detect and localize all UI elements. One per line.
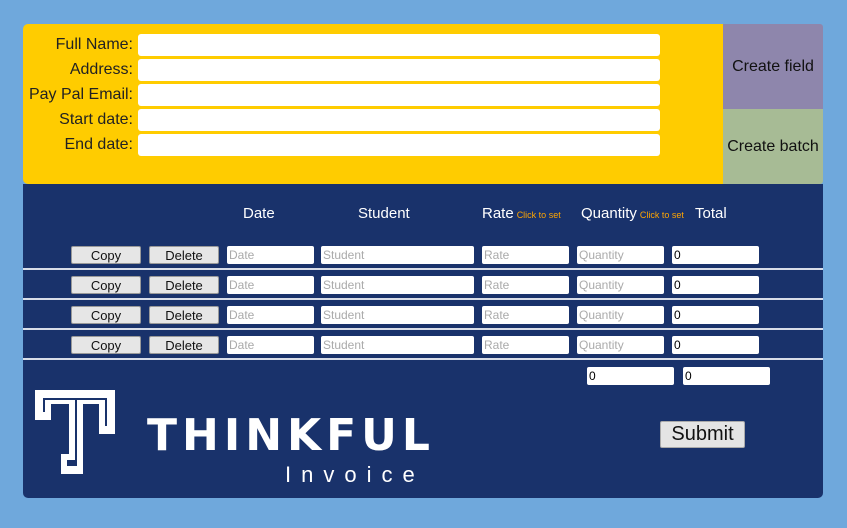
create-field-button[interactable]: Create field bbox=[723, 24, 823, 109]
table-row: Copy Delete Date Student Rate Quantity 0 bbox=[23, 246, 823, 276]
quantity-input[interactable]: Quantity bbox=[577, 306, 664, 324]
copy-button[interactable]: Copy bbox=[71, 336, 141, 354]
copy-button[interactable]: Copy bbox=[71, 246, 141, 264]
thinkful-logo-icon bbox=[35, 390, 115, 474]
rate-input[interactable]: Rate bbox=[482, 246, 569, 264]
start-date-row: Start date: bbox=[23, 109, 723, 131]
table-row: Copy Delete Date Student Rate Quantity 0 bbox=[23, 306, 823, 336]
header-quantity-label: Quantity bbox=[581, 205, 637, 222]
paypal-email-row: Pay Pal Email: bbox=[23, 84, 723, 106]
quantity-input[interactable]: Quantity bbox=[577, 246, 664, 264]
total-input[interactable]: 0 bbox=[672, 246, 759, 264]
student-input[interactable]: Student bbox=[321, 246, 474, 264]
delete-button[interactable]: Delete bbox=[149, 306, 219, 324]
address-row: Address: bbox=[23, 59, 723, 81]
rate-input[interactable]: Rate bbox=[482, 306, 569, 324]
date-input[interactable]: Date bbox=[227, 336, 314, 354]
rate-input[interactable]: Rate bbox=[482, 276, 569, 294]
total-input[interactable]: 0 bbox=[672, 336, 759, 354]
end-date-row: End date: bbox=[23, 134, 723, 156]
full-name-input[interactable] bbox=[138, 34, 660, 56]
paypal-email-input[interactable] bbox=[138, 84, 660, 106]
student-input[interactable]: Student bbox=[321, 336, 474, 354]
table-row: Copy Delete Date Student Rate Quantity 0 bbox=[23, 336, 823, 366]
copy-button[interactable]: Copy bbox=[71, 306, 141, 324]
end-date-label: End date: bbox=[64, 136, 134, 153]
copy-button[interactable]: Copy bbox=[71, 276, 141, 294]
address-input[interactable] bbox=[138, 59, 660, 81]
paypal-email-label: Pay Pal Email: bbox=[28, 86, 133, 103]
address-label: Address: bbox=[69, 61, 133, 78]
invoice-table-panel: Date Student Rate Click to set Quantity Cl… bbox=[23, 184, 823, 498]
end-date-input[interactable] bbox=[138, 134, 660, 156]
invoice-form-panel: Full Name: Address: Pay Pal Email: Start… bbox=[23, 24, 723, 184]
total-input[interactable]: 0 bbox=[672, 276, 759, 294]
date-input[interactable]: Date bbox=[227, 306, 314, 324]
start-date-label: Start date: bbox=[59, 111, 133, 128]
brand-subtitle: Invoice bbox=[285, 462, 425, 487]
rate-click-to-set[interactable]: Click to set bbox=[517, 210, 561, 220]
full-name-row: Full Name: bbox=[23, 34, 723, 56]
date-input[interactable]: Date bbox=[227, 276, 314, 294]
rate-input[interactable]: Rate bbox=[482, 336, 569, 354]
header-date: Date bbox=[243, 205, 275, 222]
student-input[interactable]: Student bbox=[321, 276, 474, 294]
quantity-click-to-set[interactable]: Click to set bbox=[640, 210, 684, 220]
header-rate-label: Rate bbox=[482, 205, 514, 222]
submit-button[interactable]: Submit bbox=[660, 421, 745, 448]
date-input[interactable]: Date bbox=[227, 246, 314, 264]
quantity-input[interactable]: Quantity bbox=[577, 336, 664, 354]
header-quantity: Quantity Click to set bbox=[581, 205, 684, 222]
total-sum-field[interactable]: 0 bbox=[683, 367, 770, 385]
delete-button[interactable]: Delete bbox=[149, 336, 219, 354]
table-row: Copy Delete Date Student Rate Quantity 0 bbox=[23, 276, 823, 306]
full-name-label: Full Name: bbox=[55, 36, 133, 53]
create-batch-button[interactable]: Create batch bbox=[723, 109, 823, 184]
brand-name: THINKFUL bbox=[147, 410, 435, 461]
total-input[interactable]: 0 bbox=[672, 306, 759, 324]
student-input[interactable]: Student bbox=[321, 306, 474, 324]
delete-button[interactable]: Delete bbox=[149, 246, 219, 264]
start-date-input[interactable] bbox=[138, 109, 660, 131]
header-student: Student bbox=[358, 205, 410, 222]
row-divider bbox=[23, 328, 823, 330]
delete-button[interactable]: Delete bbox=[149, 276, 219, 294]
row-divider bbox=[23, 268, 823, 270]
quantity-input[interactable]: Quantity bbox=[577, 276, 664, 294]
row-divider bbox=[23, 298, 823, 300]
row-divider bbox=[23, 358, 823, 360]
header-total: Total bbox=[695, 205, 727, 222]
quantity-sum-field[interactable]: 0 bbox=[587, 367, 674, 385]
header-rate: Rate Click to set bbox=[482, 205, 561, 222]
